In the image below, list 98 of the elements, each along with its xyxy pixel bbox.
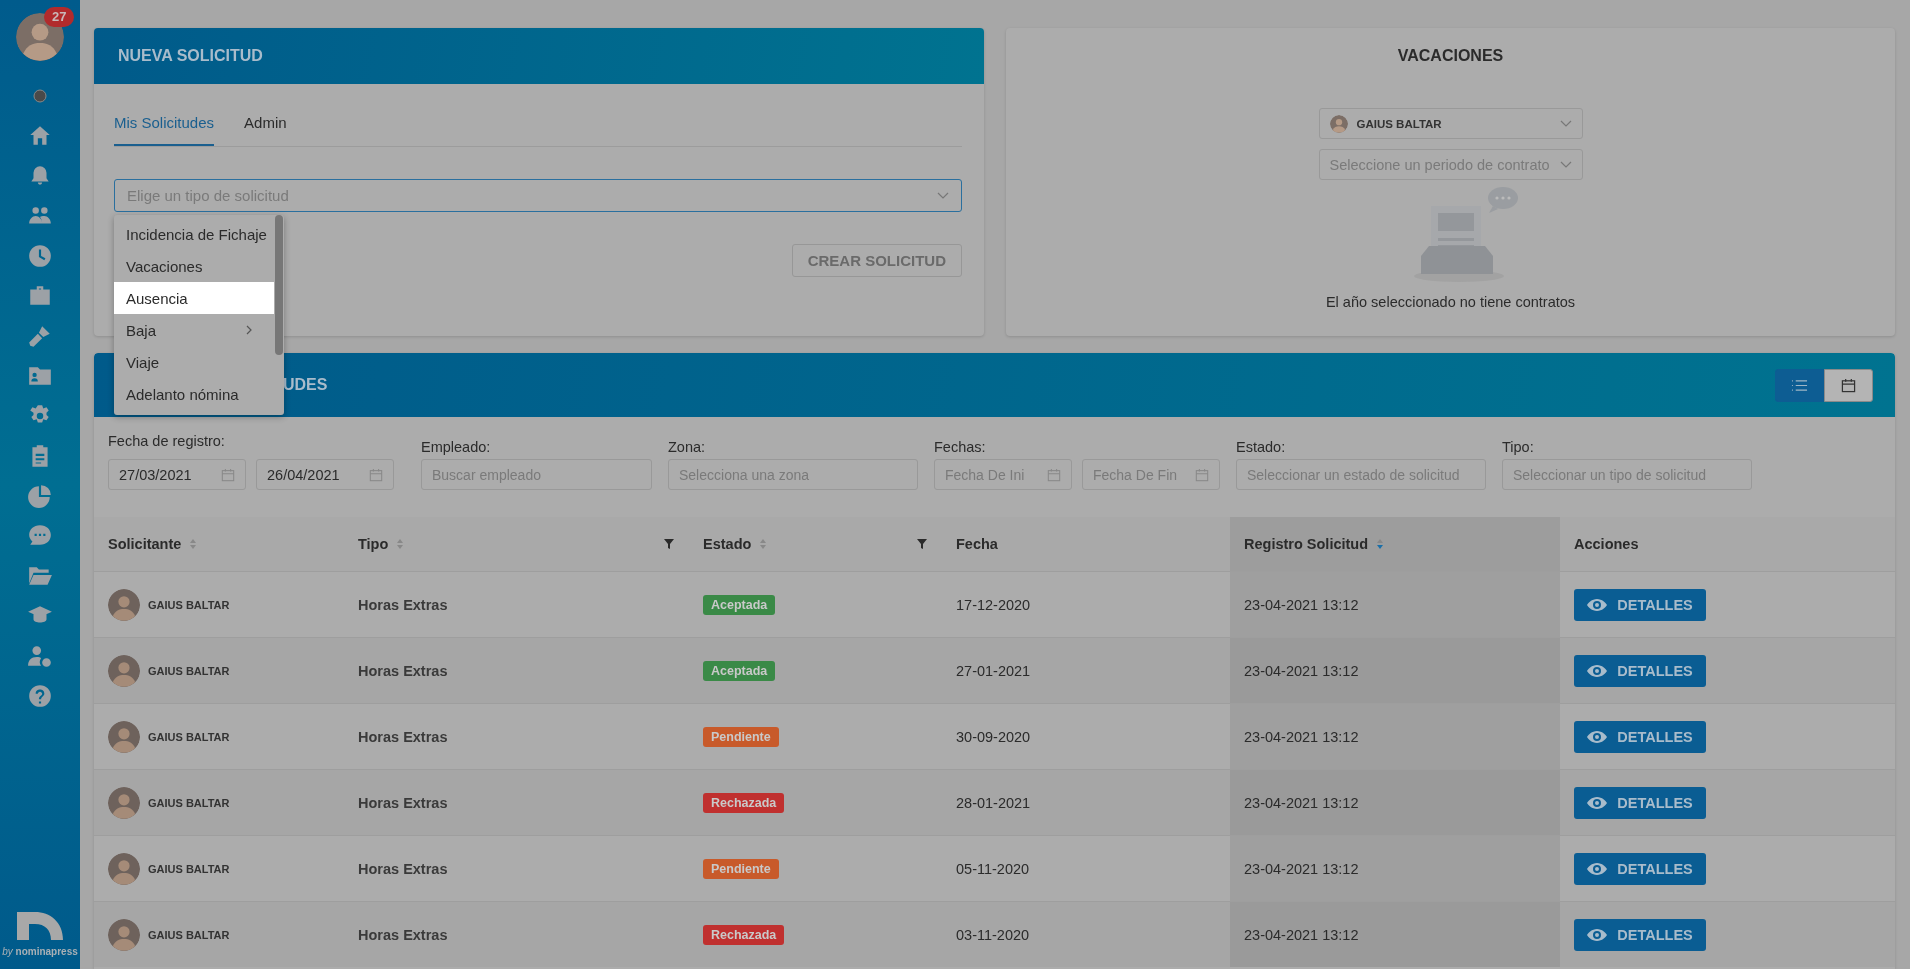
scrollbar-thumb[interactable]: [275, 215, 283, 355]
details-button[interactable]: DETALLES: [1574, 852, 1706, 885]
table-cell-text: Horas Extras: [357, 727, 449, 747]
notification-badge: 27: [44, 7, 75, 27]
table-cell-text: 28-01-2021: [955, 793, 1032, 813]
table-cell-text: Horas Extras: [357, 925, 449, 945]
status-badge: Aceptada: [703, 594, 776, 615]
filter-label: Tipo:: [1502, 439, 1535, 455]
eye-icon: [1587, 796, 1608, 809]
table-cell: 23-04-2021 13:12: [1230, 638, 1560, 703]
chevron-down-icon: [1559, 160, 1572, 169]
status-badge: Pendiente: [703, 858, 779, 879]
column-header[interactable]: Solicitante: [94, 517, 344, 571]
avatar: [108, 918, 140, 951]
avatar[interactable]: [16, 13, 64, 61]
details-button[interactable]: DETALLES: [1574, 918, 1706, 951]
table-cell: 23-04-2021 13:12: [1230, 770, 1560, 835]
menu-item[interactable]: Baja: [114, 314, 274, 346]
pie-chart-icon[interactable]: [27, 483, 53, 509]
logo-by-text: by: [2, 946, 13, 957]
column-header[interactable]: Fecha: [942, 517, 1230, 571]
eye-icon: [1587, 928, 1608, 941]
table-cell: 23-04-2021 13:12: [1230, 902, 1560, 967]
eye-icon: [1587, 598, 1608, 611]
avatar: [108, 588, 140, 621]
status-badge: Rechazada: [703, 924, 785, 945]
column-header[interactable]: Tipo: [344, 517, 689, 571]
empty-message: El año seleccionado no tiene contratos: [1325, 294, 1576, 310]
details-button[interactable]: DETALLES: [1574, 654, 1706, 687]
details-button[interactable]: DETALLES: [1574, 720, 1706, 753]
status-dot-icon: [33, 89, 47, 103]
filter-label: Fechas:: [934, 439, 987, 455]
clock-icon[interactable]: [27, 243, 53, 269]
table-cell-text: Horas Extras: [357, 859, 449, 879]
calendar-icon: [1047, 467, 1061, 482]
date-field[interactable]: 26/04/2021: [256, 459, 394, 490]
employee-name: GAIUS BALTAR: [148, 730, 230, 743]
tab[interactable]: Mis Solicitudes: [114, 104, 215, 146]
employee-name: GAIUS BALTAR: [148, 862, 230, 875]
table-cell-text: 05-11-2020: [955, 859, 1031, 879]
card-title: NUEVA SOLICITUD: [118, 47, 263, 65]
menu-item[interactable]: Viaje: [114, 346, 274, 378]
column-header[interactable]: Registro Solicitud: [1230, 517, 1560, 571]
eye-icon: [1587, 664, 1608, 677]
table-cell-text: Horas Extras: [357, 661, 449, 681]
card-title: VACACIONES: [1397, 47, 1504, 65]
table-cell-text: Horas Extras: [357, 595, 449, 615]
calendar-icon: [369, 467, 383, 482]
eye-icon: [1587, 730, 1608, 743]
menu-item[interactable]: Ausencia: [114, 282, 274, 314]
chevron-down-icon: [1559, 119, 1572, 128]
avatar: [108, 720, 140, 753]
menu-item[interactable]: Vacaciones: [114, 250, 274, 282]
status-badge: Aceptada: [703, 660, 776, 681]
calendar-icon: [1195, 467, 1209, 482]
filter-label: Empleado:: [421, 439, 492, 455]
status-badge: Pendiente: [703, 726, 779, 747]
calendar-icon: [1840, 377, 1857, 393]
table-cell-text: 27-01-2021: [955, 661, 1032, 681]
menu-item[interactable]: Incidencia de Fichaje: [114, 218, 274, 250]
table-cell-text: 17-12-2020: [955, 595, 1032, 615]
employee-name: GAIUS BALTAR: [148, 928, 230, 941]
card-title: UDES: [283, 376, 328, 394]
table-cell-text: 03-11-2020: [955, 925, 1031, 945]
filter-label: Fecha de registro:: [108, 433, 226, 449]
avatar: [1329, 114, 1348, 133]
table-cell-text: Horas Extras: [357, 793, 449, 813]
table-cell: 23-04-2021 13:12: [1230, 704, 1560, 769]
table-cell-text: 30-09-2020: [955, 727, 1032, 747]
filter-icon[interactable]: [916, 538, 928, 550]
table-cell: 23-04-2021 13:12: [1230, 572, 1560, 637]
help-icon[interactable]: [27, 683, 53, 709]
filter-label: Estado:: [1236, 439, 1287, 455]
logo-icon: [15, 910, 65, 940]
filter-icon[interactable]: [663, 538, 675, 550]
status-badge: Rechazada: [703, 792, 785, 813]
details-button[interactable]: DETALLES: [1574, 588, 1706, 621]
date-field[interactable]: 27/03/2021: [108, 459, 246, 490]
employee-name: GAIUS BALTAR: [148, 598, 230, 611]
column-header[interactable]: Acciones: [1560, 517, 1895, 571]
column-header[interactable]: Estado: [689, 517, 942, 571]
tab[interactable]: Admin: [244, 104, 287, 146]
eye-icon: [1587, 862, 1608, 875]
table-cell: 23-04-2021 13:12: [1230, 836, 1560, 901]
calendar-icon: [221, 467, 235, 482]
calendar-view-button[interactable]: [1824, 368, 1873, 402]
filter-label: Zona:: [668, 439, 707, 455]
avatar: [108, 852, 140, 885]
menu-item[interactable]: Adelanto nómina: [114, 378, 274, 410]
avatar: [108, 786, 140, 819]
employee-select[interactable]: GAIUS BALTAR: [1318, 108, 1583, 139]
brand-name: nominapress: [15, 946, 78, 957]
employee-name: GAIUS BALTAR: [148, 796, 230, 809]
employee-name: GAIUS BALTAR: [148, 664, 230, 677]
details-button[interactable]: DETALLES: [1574, 786, 1706, 819]
chevron-down-icon: [937, 191, 949, 200]
avatar: [108, 654, 140, 687]
list-icon: [1791, 377, 1808, 393]
